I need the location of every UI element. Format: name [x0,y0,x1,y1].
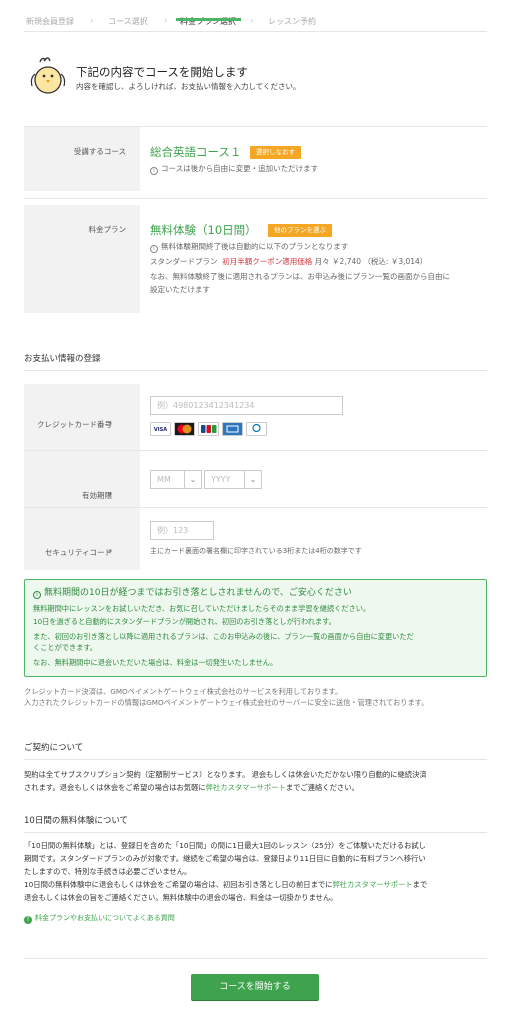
diners-circle-icon [252,423,261,433]
notice-line: くことができます。 [33,643,97,652]
divider [24,832,487,833]
divider [24,370,487,371]
plan-note2-line1: なお、無料体験終了後に適用されるプランは、お申込み後にプラン一覧の画面から自由に [150,272,450,281]
required-mark: * [108,548,112,557]
amex-box-icon [226,425,239,433]
jcb-icon [198,422,219,436]
required-mark: * [108,491,112,500]
course-note-text: コースは後から自由に変更・追加いただけます [161,164,319,173]
contract-line2: されます。退会もしくは休会をご希望の場合はお気軽に弊社カスタマーサポートまでご連… [24,783,359,794]
standard-plan-label: スタンダードプラン [150,257,218,266]
active-step-indicator [176,18,241,21]
notice-line: 無料期間中にレッスンをお試しいただき、お気に召していただけましたらそのまま学習を… [33,604,371,613]
notice-line: なお、無料期間中に退会いただいた場合は、料金は一切発生いたしません。 [33,658,278,667]
mastercard-circles-icon [177,424,192,434]
course-label-cell: 受講するコース [24,127,140,191]
expiry-year-select[interactable]: YYYY ⌄ [204,470,262,489]
customer-support-link[interactable]: 弊社カスタマーサポート [206,783,286,792]
trial-line4-suffix: まで [412,880,428,889]
step-lesson-booking: レッスン予約 [268,17,316,26]
security-code-hint: 主にカード裏面の署名欄に印字されている3桁または4桁の数字です [150,547,362,555]
required-mark: * [108,420,112,429]
expiry-label-cell: 有効期限 * [24,451,140,507]
jcb-stripes-icon [201,425,217,433]
plan-note: i 無料体験期間終了後は自動的に以下のプランとなります [150,242,348,253]
bird-mascot-icon [30,57,66,94]
payment-section-title: お支払い情報の登録 [24,354,101,364]
trial-line1: 「10日間の無料体験」とは、登録日を含めた「10日間」の間に1日最大1回のレッス… [24,841,426,850]
faq-link-text: 料金プランやお支払いについてよくある質問 [35,914,175,922]
contract-line1: 契約は全てサブスクリプション契約（定額制サービス）となります。 退会もしくは休会… [24,770,427,779]
divider [24,958,487,959]
card-label-cell: クレジットカード番号 * [24,384,140,450]
amex-icon [222,422,243,436]
mastercard-icon [174,422,195,436]
chevron-right-icon: › [90,16,94,26]
security-code-label-text: セキュリティコード [44,548,112,557]
diners-club-icon [246,422,267,436]
page: 新規会員登録 › コース選択 › 料金プラン選択 › レッスン予約 下記の内容で… [0,0,511,1024]
card-number-label-text: クレジットカード番号 [37,420,112,429]
free-trial-notice: i 無料期間の10日が経つまではお引き落としされませんので、ご安心ください 無料期… [24,579,487,677]
info-icon: i [150,245,158,253]
trial-line5: 退会もしくは休会の旨をご連絡ください。無料体験中の退会の場合、料金は一切掛かりま… [24,893,338,902]
chevron-right-icon: › [164,16,168,26]
intro-title: 下記の内容でコースを開始します [76,65,248,79]
visa-icon: VISA [150,422,171,436]
divider [24,198,487,199]
expiry-year-placeholder: YYYY [211,475,231,484]
reselect-course-button[interactable]: 選択しなおす [250,146,301,160]
trial-line4-prefix: 10日間の無料体験中に退会もしくは休会をご希望の場合は、初回お引き落とし日の前日… [24,880,333,889]
gmo-note-line1: クレジットカード決済は、GMOペイメントゲートウェイ株式会社のサービスを利用して… [24,687,343,696]
card-number-input[interactable]: 例）4980123412341234 [150,396,343,415]
contract-line2-prefix: されます。退会もしくは休会をご希望の場合はお気軽に [24,783,206,792]
info-icon: i [33,591,41,599]
coupon-label: 初月半額クーポン適用価格 [222,257,313,266]
choose-other-plan-button[interactable]: 他のプランを選ぶ [268,224,332,238]
notice-title: i 無料期間の10日が経つまではお引き落としされませんので、ご安心ください [33,587,352,600]
trial-line4: 10日間の無料体験中に退会もしくは休会をご希望の場合は、初回お引き落とし日の前日… [24,880,427,891]
expiry-month-select[interactable]: MM ⌄ [150,470,202,489]
start-course-button[interactable]: コースを開始する [191,974,319,1000]
intro-subtitle: 内容を確認し、よろしければ、お支払い情報を入力してください。 [76,82,301,91]
chevron-right-icon: › [250,16,254,26]
security-code-input[interactable]: 例）123 [150,521,214,540]
contract-line2-suffix: までご連絡ください。 [285,783,359,792]
course-name: 総合英語コース１ [150,145,242,159]
security-label-cell: セキュリティコード * [24,508,140,570]
chevron-down-icon: ⌄ [244,471,261,488]
trial-line2: 期間です。スタンダードプランのみが対象です。継続をご希望の場合は、登録日より11… [24,854,426,863]
chevron-down-icon: ⌄ [184,471,201,488]
divider [24,759,487,760]
trial-section-title: 10日間の無料体験について [24,816,129,826]
question-icon: ? [24,916,32,924]
gmo-note-line2: 入力されたクレジットカードの情報はGMOペイメントゲートウェイ株式会社のサーバー… [24,698,429,707]
plan-label-cell: 料金プラン [24,205,140,313]
trial-line3: たしますので、特別な手続きは必要ございません。 [24,867,192,876]
plan-price-line: スタンダードプラン 初月半額クーポン適用価格 月々 ￥2,740 （税込: ￥3… [150,257,427,268]
faq-link[interactable]: ? 料金プランやお支払いについてよくある質問 [24,913,175,924]
plan-label: 料金プラン [88,225,127,234]
step-progress: 新規会員登録 › コース選択 › 料金プラン選択 › レッスン予約 [24,12,487,32]
expiry-month-placeholder: MM [157,475,171,484]
course-label: 受講するコース [73,147,126,156]
plan-note2-line2: 設定いただけます [150,285,210,294]
plan-note-text: 無料体験期間終了後は自動的に以下のプランとなります [161,242,349,251]
notice-line: また、初回のお引き落とし以降に適用されるプランは、このお申込みの後に、プラン一覧… [33,632,414,641]
info-icon: i [150,167,158,175]
customer-support-link[interactable]: 弊社カスタマーサポート [332,880,412,889]
step-signup: 新規会員登録 [26,17,74,26]
plan-name: 無料体験（10日間） [150,223,257,237]
plan-price: 月々 ￥2,740 （税込: ￥3,014） [314,257,428,266]
notice-line: 10日を過ぎると自動的にスタンダードプランが開始され、初回のお引き落としが行われ… [33,617,336,626]
step-course-select: コース選択 [108,17,148,26]
course-note: i コースは後から自由に変更・追加いただけます [150,164,318,175]
contract-section-title: ご契約について [24,743,84,753]
notice-title-text: 無料期間の10日が経つまではお引き落としされませんので、ご安心ください [44,588,352,598]
